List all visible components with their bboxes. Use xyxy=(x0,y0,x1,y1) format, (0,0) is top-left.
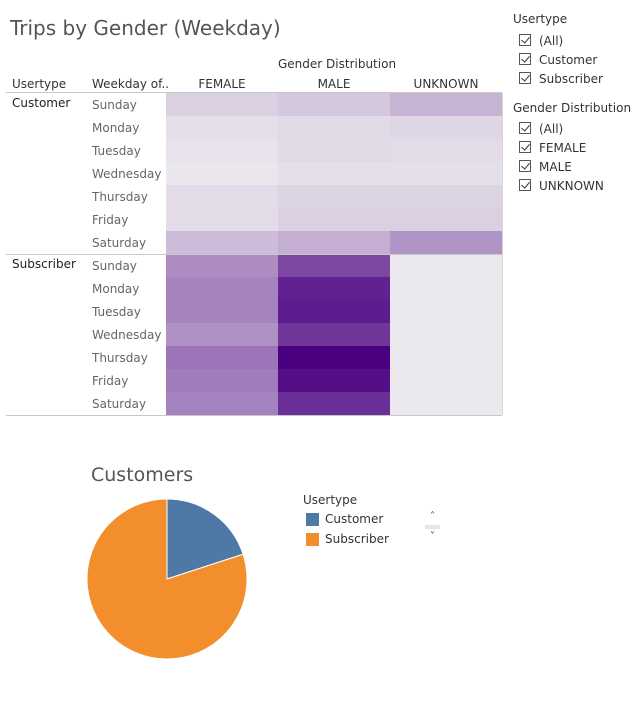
weekday-row-label: Friday xyxy=(92,213,129,227)
weekday-row-label: Sunday xyxy=(92,259,137,273)
heatmap-cell xyxy=(166,116,278,139)
weekday-row-label: Sunday xyxy=(92,98,137,112)
heatmap-cell xyxy=(166,93,278,116)
weekday-row-label: Tuesday xyxy=(92,305,141,319)
heatmap-cell xyxy=(166,369,278,392)
filter-option-label: FEMALE xyxy=(539,141,587,155)
heatmap-cell xyxy=(278,300,390,323)
group-divider xyxy=(6,254,502,255)
heatmap-cell xyxy=(166,162,278,185)
heatmap-cell xyxy=(166,254,278,277)
legend-label: Customer xyxy=(325,512,384,526)
heatmap-cell xyxy=(166,323,278,346)
heatmap-cell xyxy=(166,185,278,208)
column-header-unknown[interactable]: UNKNOWN xyxy=(390,77,502,91)
filter-option-label: (All) xyxy=(539,122,564,136)
checkbox-icon[interactable] xyxy=(519,160,531,172)
checkbox-icon[interactable] xyxy=(519,141,531,153)
weekday-row-label: Thursday xyxy=(92,351,148,365)
legend-label: Subscriber xyxy=(325,532,389,546)
heatmap-cell xyxy=(390,116,502,139)
filter-option-label: (All) xyxy=(539,34,564,48)
heatmap-cell xyxy=(390,300,502,323)
usertype-row-label: Customer xyxy=(12,96,71,110)
filter-option-label: MALE xyxy=(539,160,572,174)
heatmap-cell xyxy=(166,346,278,369)
legend-swatch xyxy=(306,513,319,526)
weekday-row-label: Friday xyxy=(92,374,129,388)
heatmap-cell xyxy=(166,277,278,300)
usertype-column-header[interactable]: Usertype xyxy=(12,77,66,91)
heatmap-cell xyxy=(390,346,502,369)
checkbox-icon[interactable] xyxy=(519,179,531,191)
filter-option-label: Subscriber xyxy=(539,72,603,86)
heatmap-cell xyxy=(166,208,278,231)
weekday-row-label: Saturday xyxy=(92,397,147,411)
heatmap-cell xyxy=(390,93,502,116)
customers-pie-chart xyxy=(86,498,248,660)
usertype-row-label: Subscriber xyxy=(12,257,76,271)
heatmap-cell xyxy=(278,139,390,162)
filter-option-label: Customer xyxy=(539,53,598,67)
filter-option-label: UNKNOWN xyxy=(539,179,604,193)
legend-title: Usertype xyxy=(303,493,358,507)
heatmap-cell xyxy=(278,116,390,139)
gender-filter-title: Gender Distribution xyxy=(513,101,632,115)
heatmap-cell xyxy=(390,369,502,392)
page-title: Trips by Gender (Weekday) xyxy=(10,16,281,40)
heatmap-cell xyxy=(390,162,502,185)
heatmap-cell xyxy=(390,208,502,231)
heatmap-cell xyxy=(278,93,390,116)
heatmap-cell xyxy=(390,185,502,208)
heatmap-cell xyxy=(278,231,390,254)
column-header-female[interactable]: FEMALE xyxy=(166,77,278,91)
checkbox-icon[interactable] xyxy=(519,53,531,65)
heatmap-cell xyxy=(390,277,502,300)
weekday-row-label: Monday xyxy=(92,121,140,135)
heatmap-cell xyxy=(390,231,502,254)
heatmap-cell xyxy=(166,392,278,415)
chevron-down-icon[interactable]: ˅ xyxy=(425,530,440,544)
weekday-row-label: Wednesday xyxy=(92,328,162,342)
weekday-row-label: Monday xyxy=(92,282,140,296)
legend-swatch xyxy=(306,533,319,546)
heatmap-cell xyxy=(278,185,390,208)
heatmap-cell xyxy=(278,369,390,392)
heatmap-cell xyxy=(278,323,390,346)
heatmap-cell xyxy=(278,277,390,300)
heatmap-cell xyxy=(166,300,278,323)
column-header-male[interactable]: MALE xyxy=(278,77,390,91)
heatmap-cell xyxy=(278,162,390,185)
heatmap-cell xyxy=(390,323,502,346)
table-right-border xyxy=(502,93,503,415)
heatmap-cell xyxy=(390,254,502,277)
chevron-up-icon[interactable]: ˄ xyxy=(425,510,440,524)
weekday-row-label: Tuesday xyxy=(92,144,141,158)
heatmap-cell xyxy=(278,392,390,415)
usertype-filter-title: Usertype xyxy=(513,12,568,26)
heatmap-cell xyxy=(278,208,390,231)
gender-distribution-header: Gender Distribution xyxy=(278,57,397,71)
heatmap-cell xyxy=(390,139,502,162)
pie-title: Customers xyxy=(91,464,194,486)
weekday-row-label: Wednesday xyxy=(92,167,162,181)
heatmap-cell xyxy=(390,392,502,415)
heatmap-cell xyxy=(278,254,390,277)
weekday-column-header[interactable]: Weekday of.. xyxy=(92,77,169,91)
legend-scrollbar[interactable] xyxy=(425,525,440,529)
table-bottom-border xyxy=(6,415,502,416)
heatmap-cell xyxy=(166,139,278,162)
checkbox-icon[interactable] xyxy=(519,72,531,84)
heatmap-cell xyxy=(278,346,390,369)
checkbox-icon[interactable] xyxy=(519,34,531,46)
weekday-row-label: Saturday xyxy=(92,236,147,250)
heatmap-cell xyxy=(166,231,278,254)
weekday-row-label: Thursday xyxy=(92,190,148,204)
checkbox-icon[interactable] xyxy=(519,122,531,134)
